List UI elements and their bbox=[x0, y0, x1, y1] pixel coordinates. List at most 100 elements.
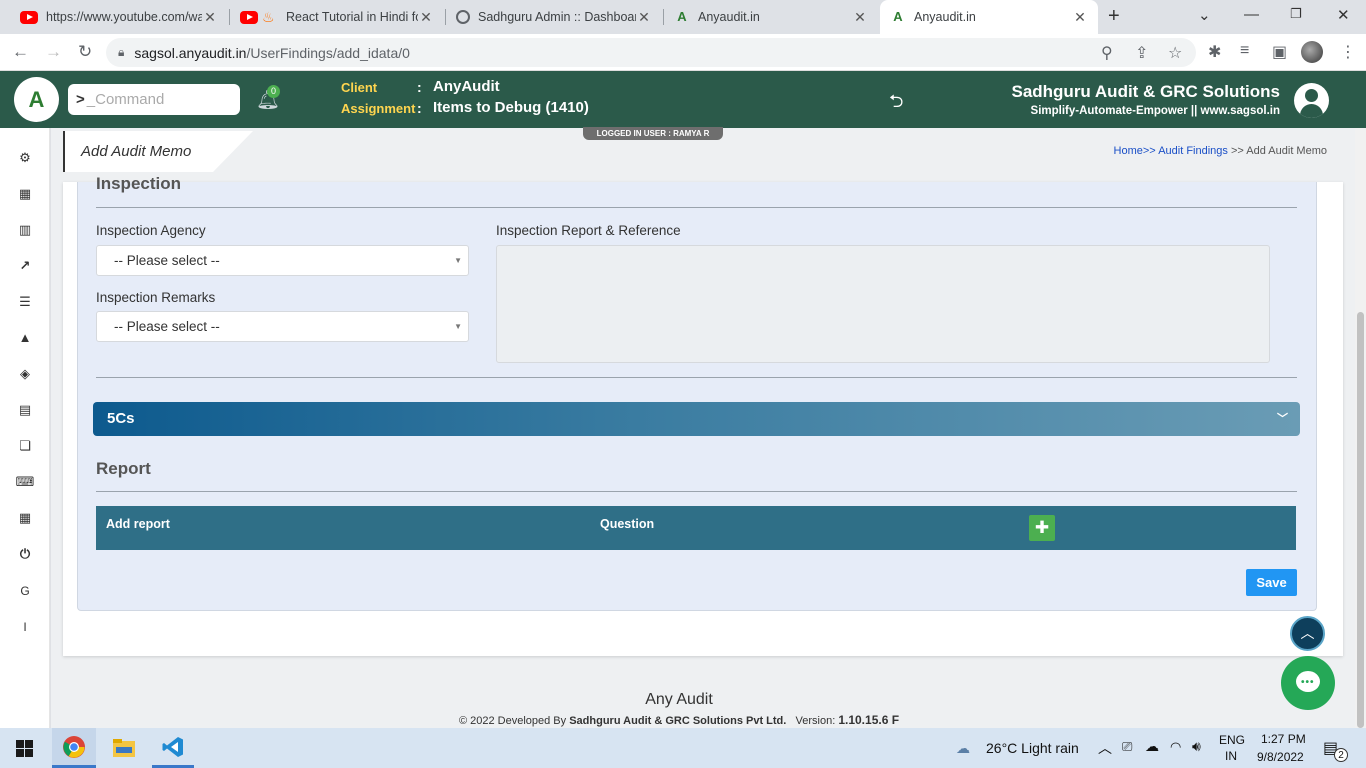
browser-menu-icon[interactable]: ⋮ bbox=[1340, 42, 1356, 62]
url-host: sagsol.anyaudit.in bbox=[134, 44, 247, 61]
minimize-icon[interactable]: — bbox=[1244, 6, 1259, 23]
windows-taskbar: ☁ 26°C Light rain ︿ ⎚ ☁ ◠ 🔊︎ ENG IN 1:27… bbox=[0, 728, 1366, 768]
page-scrollbar[interactable] bbox=[1355, 128, 1366, 728]
tab-search-icon[interactable]: ⌄ bbox=[1198, 6, 1211, 24]
breadcrumb-audit-findings[interactable]: Audit Findings bbox=[1158, 145, 1228, 157]
close-icon[interactable]: ✕ bbox=[1072, 9, 1088, 26]
company-tagline: Simplify-Automate-Empower || www.sagsol.… bbox=[1030, 105, 1280, 117]
browser-toolbar: ← → ↻ 🔒︎ sagsol.anyaudit.in/UserFindings… bbox=[0, 34, 1366, 71]
list-icon[interactable]: ☰ bbox=[0, 294, 50, 310]
fire-icon: ♨ bbox=[262, 9, 275, 25]
close-icon[interactable]: ✕ bbox=[636, 9, 652, 26]
breadcrumb: Home>> Audit Findings >> Add Audit Memo bbox=[1114, 145, 1327, 157]
line-chart-icon[interactable]: ↗ bbox=[0, 258, 50, 274]
chevron-up-icon[interactable]: ︿ bbox=[1098, 738, 1112, 758]
zoom-icon[interactable]: ⚲ bbox=[1101, 43, 1113, 63]
command-input[interactable]: > _Command bbox=[68, 84, 240, 115]
clock-time[interactable]: 1:27 PM bbox=[1261, 732, 1306, 746]
warning-icon[interactable]: ▲ bbox=[0, 330, 50, 345]
new-tab-icon[interactable]: + bbox=[1108, 5, 1120, 28]
chrome-taskbar-icon[interactable] bbox=[52, 728, 96, 768]
footer-company: Sadhguru Audit & GRC Solutions Pvt Ltd. bbox=[569, 715, 787, 727]
side-panel-icon[interactable]: ▣ bbox=[1272, 42, 1287, 62]
browser-tab-anyaudit-active[interactable]: A Anyaudit.in ✕ bbox=[880, 0, 1098, 34]
file-explorer-icon[interactable] bbox=[104, 728, 144, 768]
accordion-5cs[interactable]: 5Cs ﹀ bbox=[93, 402, 1300, 436]
footer-copyright: © 2022 Developed By Sadhguru Audit & GRC… bbox=[51, 713, 1307, 727]
wifi-icon[interactable]: ◠ bbox=[1170, 739, 1181, 755]
volume-icon[interactable]: 🔊︎ bbox=[1192, 738, 1201, 755]
weather-icon[interactable]: ☁ bbox=[956, 740, 970, 757]
browser-tab-sadhguru-admin[interactable]: Sadhguru Admin :: Dashboar ✕ bbox=[446, 0, 662, 34]
g-icon[interactable]: G bbox=[0, 584, 50, 598]
language-top[interactable]: ENG bbox=[1219, 733, 1245, 747]
browser-tab-anyaudit[interactable]: A Anyaudit.in ✕ bbox=[664, 0, 878, 34]
client-value: AnyAudit bbox=[433, 78, 500, 95]
return-icon[interactable]: ⮌ bbox=[889, 89, 903, 119]
clock-date[interactable]: 9/8/2022 bbox=[1257, 750, 1304, 764]
form-panel: Inspection Inspection Agency -- Please s… bbox=[77, 174, 1317, 611]
address-bar[interactable]: 🔒︎ sagsol.anyaudit.in/UserFindings/add_i… bbox=[106, 38, 1196, 67]
save-button[interactable]: Save bbox=[1246, 569, 1297, 596]
scrollbar-thumb[interactable] bbox=[1357, 312, 1364, 728]
file-icon[interactable]: ▤ bbox=[0, 402, 50, 418]
inspection-agency-select[interactable]: -- Please select -- ▼ bbox=[96, 245, 469, 276]
user-avatar[interactable] bbox=[1294, 83, 1329, 118]
back-icon[interactable]: ← bbox=[12, 42, 29, 62]
maximize-icon[interactable]: ❐ bbox=[1290, 6, 1302, 22]
inspection-remarks-select[interactable]: -- Please select -- ▼ bbox=[96, 311, 469, 342]
inspection-report-textarea[interactable] bbox=[496, 245, 1270, 363]
close-icon[interactable]: ✕ bbox=[418, 9, 434, 26]
forward-icon[interactable]: → bbox=[45, 42, 62, 62]
extensions-icon[interactable]: ✱ bbox=[1208, 42, 1221, 62]
inspection-section-title: Inspection bbox=[96, 174, 182, 193]
cogs-icon[interactable]: ⚙ bbox=[0, 150, 50, 166]
company-branding: Sadhguru Audit & GRC Solutions Simplify-… bbox=[1011, 82, 1280, 117]
browser-tab-youtube[interactable]: https://www.youtube.com/wa ✕ bbox=[10, 0, 228, 34]
tab-title: https://www.youtube.com/wa bbox=[46, 10, 202, 24]
tab-title: Anyaudit.in bbox=[698, 10, 760, 24]
assignment-label: Assignment bbox=[341, 101, 416, 116]
bookmark-star-icon[interactable]: ☆ bbox=[1168, 43, 1182, 63]
logged-in-user-badge: LOGGED IN USER : RAMYA R bbox=[583, 127, 723, 140]
keyboard-icon[interactable]: ⌨ bbox=[0, 474, 50, 490]
anyaudit-logo[interactable]: A bbox=[14, 77, 59, 122]
i-icon[interactable]: I bbox=[0, 620, 50, 634]
close-icon[interactable]: ✕ bbox=[202, 9, 218, 26]
tab-title: React Tutorial in Hindi for bbox=[286, 10, 418, 24]
report-section-title: Report bbox=[96, 459, 151, 478]
caret-down-icon: ▼ bbox=[454, 322, 462, 331]
browser-tab-react[interactable]: ♨ React Tutorial in Hindi for ✕ bbox=[230, 0, 444, 34]
bar-chart-icon[interactable]: ▥ bbox=[0, 222, 50, 238]
main-content: Add Audit Memo Home>> Audit Findings >> … bbox=[51, 128, 1355, 728]
globe-icon bbox=[456, 10, 470, 24]
breadcrumb-home[interactable]: Home>> bbox=[1114, 145, 1156, 157]
assignment-value[interactable]: Items to Debug (1410) bbox=[433, 99, 589, 116]
reading-list-icon[interactable]: ≡ bbox=[1240, 42, 1249, 60]
plus-icon: ✚ bbox=[1034, 518, 1050, 537]
power-icon[interactable]: ⏻ bbox=[0, 546, 50, 562]
footer-version: 1.10.15.6 F bbox=[838, 713, 900, 727]
weather-text[interactable]: 26°C Light rain bbox=[986, 740, 1079, 756]
windows-start-icon[interactable] bbox=[8, 728, 40, 768]
scroll-to-top-button[interactable]: ︿ bbox=[1290, 616, 1325, 651]
share-icon[interactable]: ⇪ bbox=[1135, 43, 1148, 63]
grid-icon[interactable]: ▦ bbox=[0, 186, 50, 202]
close-icon[interactable]: ✕ bbox=[852, 9, 868, 26]
table-icon[interactable]: ▦ bbox=[0, 510, 50, 526]
app-header: A > _Command 🔔︎ 0 Client : AnyAudit Assi… bbox=[0, 71, 1366, 128]
form-card: Inspection Inspection Agency -- Please s… bbox=[63, 174, 1343, 656]
copy-icon[interactable]: ❏ bbox=[0, 438, 50, 454]
browser-profile-avatar[interactable] bbox=[1301, 41, 1323, 63]
add-report-button[interactable]: ✚ bbox=[1029, 515, 1055, 541]
reload-icon[interactable]: ↻ bbox=[78, 42, 92, 62]
sidebar: ⚙ ▦ ▥ ↗ ☰ ▲ ◈ ▤ ❏ ⌨ ▦ ⏻ G I bbox=[0, 128, 50, 728]
cube-icon[interactable]: ◈ bbox=[0, 366, 50, 382]
meet-now-icon[interactable]: ⎚ bbox=[1122, 739, 1132, 755]
anyaudit-icon: A bbox=[893, 9, 903, 24]
language-bottom[interactable]: IN bbox=[1225, 749, 1237, 763]
window-close-icon[interactable]: ✕ bbox=[1337, 6, 1350, 24]
company-name: Sadhguru Audit & GRC Solutions bbox=[1011, 82, 1280, 101]
onedrive-icon[interactable]: ☁ bbox=[1145, 738, 1159, 755]
vscode-icon[interactable] bbox=[152, 728, 194, 768]
